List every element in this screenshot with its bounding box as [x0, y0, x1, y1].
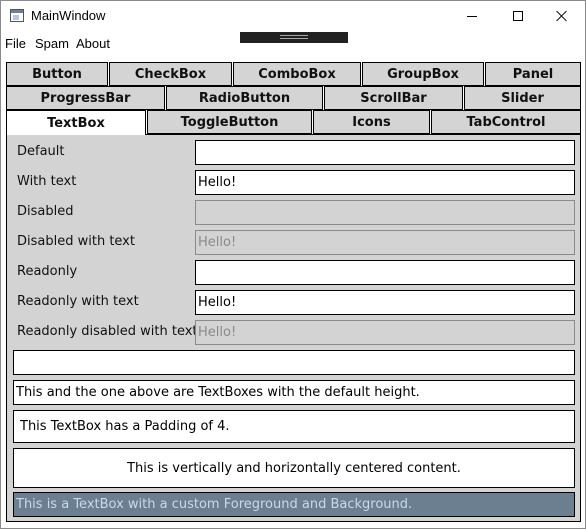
- tab-icons[interactable]: Icons: [313, 110, 430, 134]
- textbox-disabled-with-text: Hello!: [195, 230, 575, 255]
- maximize-button[interactable]: [495, 1, 541, 31]
- menu-file[interactable]: File: [5, 36, 26, 51]
- textbox-with-text[interactable]: Hello!: [195, 170, 575, 195]
- label-disabled-with-text: Disabled with text: [17, 234, 135, 249]
- textbox-disabled: [195, 200, 575, 225]
- tab-scrollbar[interactable]: ScrollBar: [324, 86, 463, 110]
- main-window: MainWindow File Spam About Button CheckB…: [0, 0, 586, 529]
- textbox-custom-colors[interactable]: This is a TextBox with a custom Foregrou…: [13, 492, 575, 517]
- label-disabled: Disabled: [17, 204, 74, 219]
- tab-progressbar[interactable]: ProgressBar: [6, 86, 165, 110]
- minimize-button[interactable]: [449, 1, 495, 31]
- textbox-centered-content[interactable]: This is vertically and horizontally cent…: [13, 448, 575, 488]
- app-window-icon: [10, 9, 24, 22]
- label-readonly-disabled-with-text: Readonly disabled with text: [17, 324, 198, 339]
- close-icon: [556, 10, 568, 22]
- tab-textbox[interactable]: TextBox: [6, 110, 146, 135]
- tab-checkbox[interactable]: CheckBox: [109, 62, 232, 86]
- tab-panel[interactable]: Panel: [485, 62, 581, 86]
- textbox-default-height-note[interactable]: This and the one above are TextBoxes wit…: [13, 380, 575, 405]
- close-button[interactable]: [539, 1, 585, 31]
- title-bar[interactable]: MainWindow: [1, 1, 585, 31]
- minimize-icon: [467, 15, 477, 17]
- textbox-readonly-with-text[interactable]: Hello!: [195, 290, 575, 315]
- textbox-default[interactable]: [195, 140, 575, 165]
- textbox-readonly-disabled-with-text: Hello!: [195, 320, 575, 345]
- menu-spam[interactable]: Spam: [35, 36, 69, 51]
- textbox-readonly[interactable]: [195, 260, 575, 285]
- tab-togglebutton[interactable]: ToggleButton: [147, 110, 312, 134]
- menu-about[interactable]: About: [76, 36, 110, 51]
- window-title: MainWindow: [31, 8, 106, 23]
- tab-radiobutton[interactable]: RadioButton: [166, 86, 323, 110]
- label-readonly-with-text: Readonly with text: [17, 294, 139, 309]
- tab-slider[interactable]: Slider: [464, 86, 581, 110]
- label-readonly: Readonly: [17, 264, 78, 279]
- drag-grip-handle[interactable]: [240, 32, 348, 43]
- textbox-padding-4[interactable]: This TextBox has a Padding of 4.: [13, 410, 575, 443]
- tab-combobox[interactable]: ComboBox: [233, 62, 361, 86]
- tab-groupbox[interactable]: GroupBox: [362, 62, 484, 86]
- label-with-text: With text: [17, 174, 77, 189]
- textbox-default-height-empty[interactable]: [13, 350, 575, 375]
- maximize-icon: [513, 11, 523, 21]
- tab-tabcontrol[interactable]: TabControl: [431, 110, 581, 134]
- tab-button[interactable]: Button: [6, 62, 108, 86]
- label-default: Default: [17, 144, 65, 159]
